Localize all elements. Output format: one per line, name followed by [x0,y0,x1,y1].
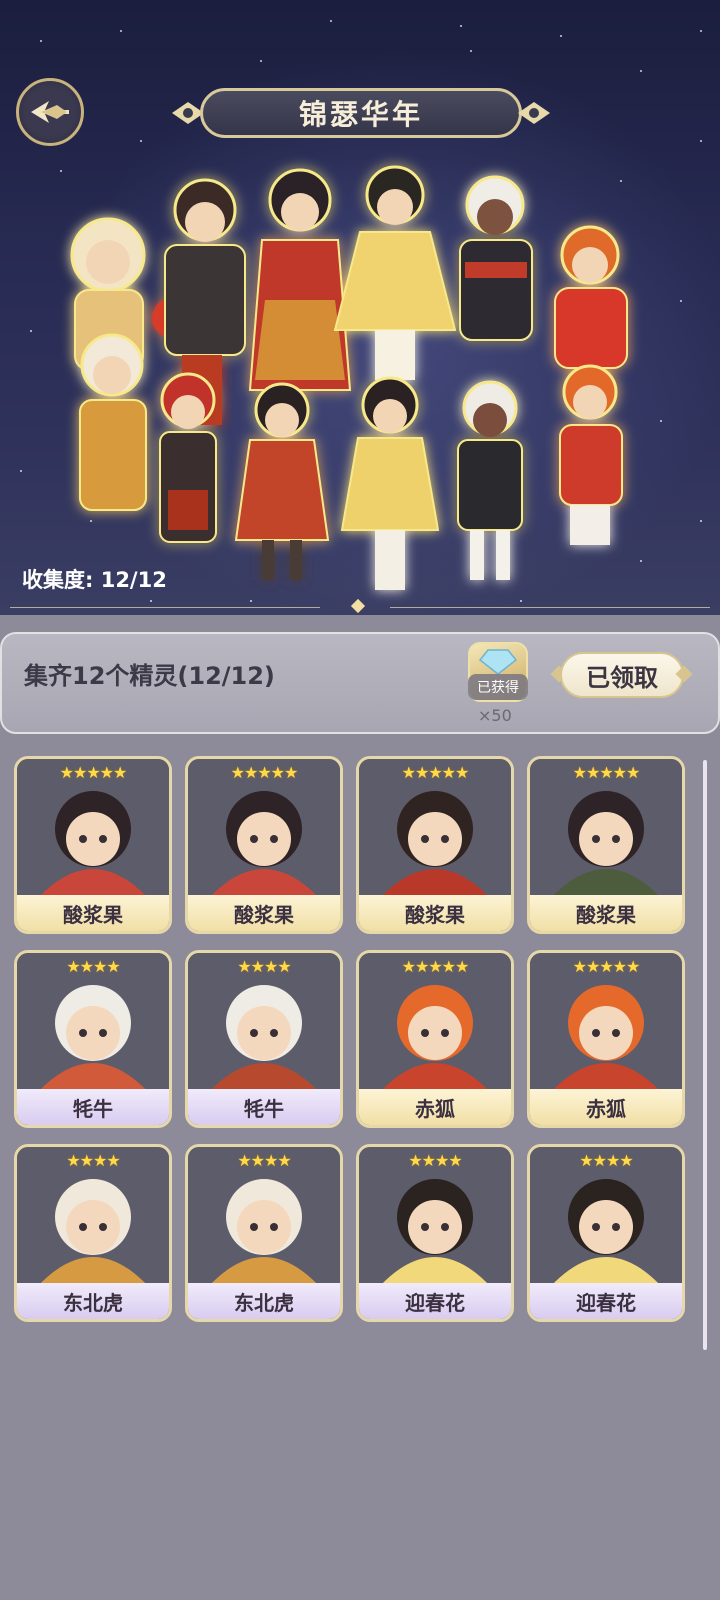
character-name: 酸浆果 [17,895,169,931]
rarity-stars: ★★★★ [66,1151,120,1170]
character-card[interactable]: ★★★★ 东北虎 [185,1144,343,1322]
rarity-stars: ★★★★★ [59,763,128,782]
rarity-stars: ★★★★ [237,957,291,976]
rarity-stars: ★★★★ [408,1151,462,1170]
character-card[interactable]: ★★★★ 迎春花 [356,1144,514,1322]
character-name: 赤狐 [359,1089,511,1125]
character-name: 赤狐 [530,1089,682,1125]
character-card[interactable]: ★★★★★ 酸浆果 [14,756,172,934]
collection-progress: 收集度: 12/12 [22,568,167,592]
character-card[interactable]: ★★★★★ 赤狐 [527,950,685,1128]
rarity-stars: ★★★★★ [230,763,299,782]
character-card[interactable]: ★★★★ 牦牛 [185,950,343,1128]
character-name: 东北虎 [188,1283,340,1319]
rarity-stars: ★★★★★ [572,763,641,782]
character-name: 迎春花 [359,1283,511,1319]
character-card[interactable]: ★★★★ 迎春花 [527,1144,685,1322]
rarity-stars: ★★★★★ [401,957,470,976]
character-name: 东北虎 [17,1283,169,1319]
character-fox-front [559,364,623,545]
character-flower-front [340,376,440,590]
character-card[interactable]: ★★★★ 牦牛 [14,950,172,1128]
character-card[interactable]: ★★★★★ 赤狐 [356,950,514,1128]
divider-right [390,607,710,608]
back-arrow-icon [31,101,69,123]
rarity-stars: ★★★★ [237,1151,291,1170]
collection-task-bar: 集齐12个精灵(12/12) 已获得 ×50 已领取 [0,632,720,734]
character-fruit-girl-back [248,168,352,391]
title-ornament-right-icon [518,102,550,124]
character-fruit-boy-front [159,372,217,543]
character-card[interactable]: ★★★★ 东北虎 [14,1144,172,1322]
scrollbar[interactable] [703,760,707,1350]
character-name: 牦牛 [17,1089,169,1125]
character-name: 酸浆果 [359,895,511,931]
rarity-stars: ★★★★★ [572,957,641,976]
task-description: 集齐12个精灵(12/12) [24,662,275,690]
rarity-stars: ★★★★ [579,1151,633,1170]
character-card[interactable]: ★★★★★ 酸浆果 [527,756,685,934]
rarity-stars: ★★★★★ [401,763,470,782]
event-banner: 锦瑟华年 收集度: 12/12 [0,0,720,615]
character-yak-back [459,175,533,341]
reward-quantity: ×50 [478,706,512,725]
character-card[interactable]: ★★★★★ 酸浆果 [185,756,343,934]
character-fruit-girl-front [234,382,330,580]
character-name: 牦牛 [188,1089,340,1125]
character-flower-back [333,165,457,380]
character-name: 酸浆果 [530,895,682,931]
character-yak-front [457,380,523,580]
page-title: 锦瑟华年 [200,88,522,138]
character-name: 酸浆果 [188,895,340,931]
divider-left [10,607,320,608]
character-name: 迎春花 [530,1283,682,1319]
character-fox-back [554,225,628,369]
reward-obtained-badge: 已获得 [468,674,528,700]
character-tiger-front [79,333,147,511]
rarity-stars: ★★★★ [66,957,120,976]
claimed-button[interactable]: 已领取 [560,652,684,698]
back-button[interactable] [16,78,84,146]
character-card[interactable]: ★★★★★ 酸浆果 [356,756,514,934]
